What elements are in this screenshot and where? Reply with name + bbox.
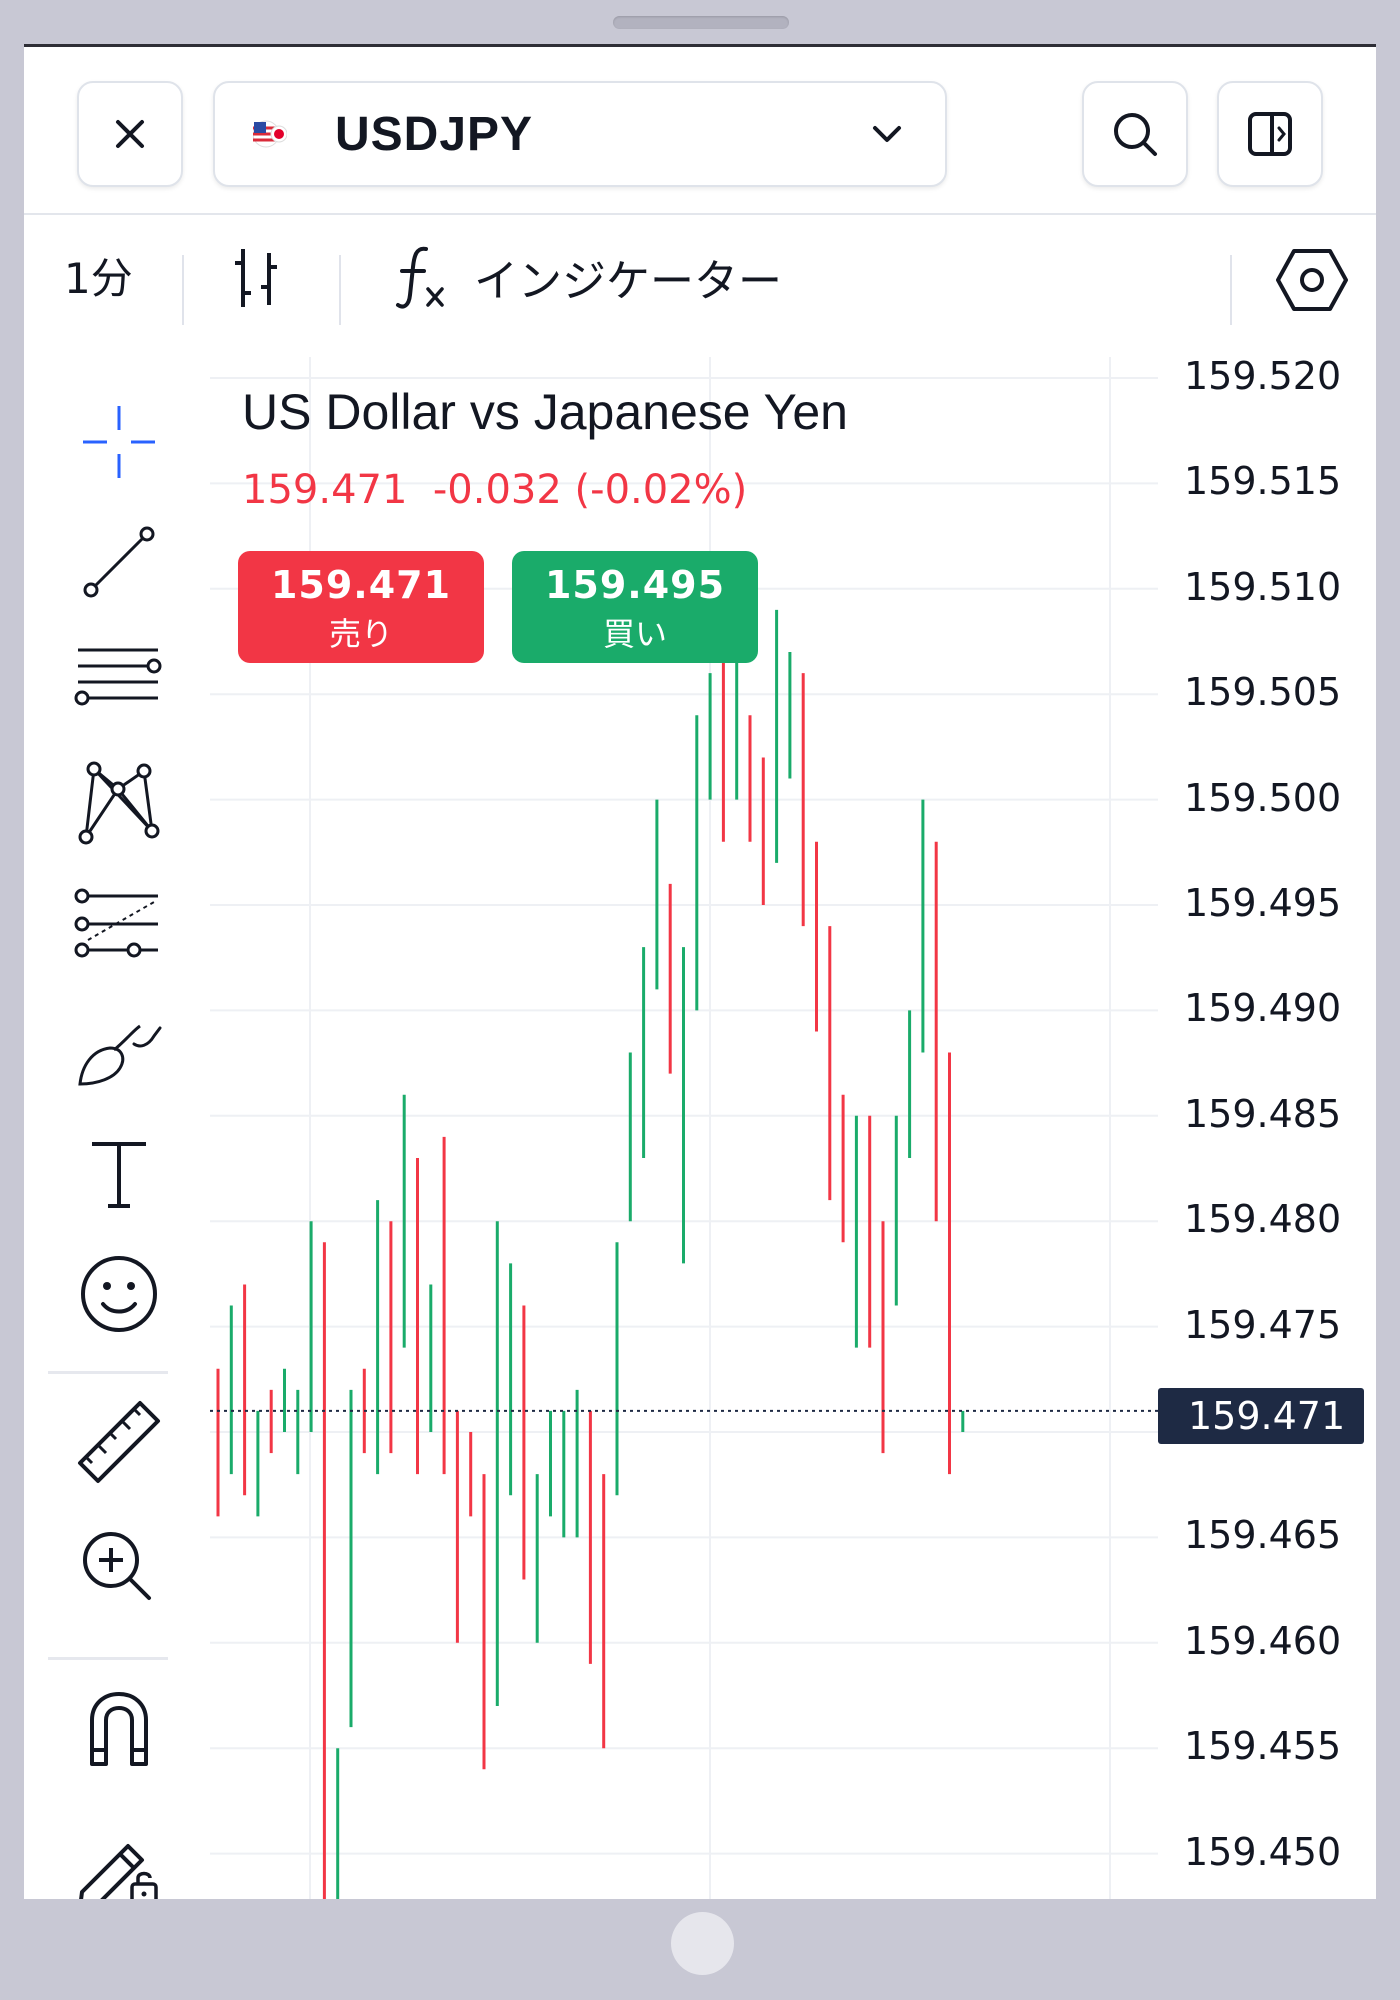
top-bar: USDJPY <box>24 47 1376 215</box>
toolbar-divider <box>182 255 184 325</box>
price-tick-label: 159.480 <box>1184 1197 1342 1242</box>
fib-retracement-icon <box>74 888 158 958</box>
lock-drawings-icon <box>79 1844 158 1899</box>
price-tick-label: 159.460 <box>1184 1618 1342 1663</box>
emoji-icon <box>81 1256 157 1332</box>
price-tick-label: 159.520 <box>1184 354 1342 398</box>
symbol-name: USDJPY <box>335 107 534 161</box>
tool-divider <box>48 1371 168 1374</box>
price-tick-label: 159.455 <box>1184 1724 1342 1769</box>
sell-price: 159.471 <box>270 563 452 607</box>
text-tool[interactable] <box>64 1129 174 1219</box>
price-change-line: 159.471 -0.032 (-0.02%) <box>242 467 747 513</box>
home-button[interactable] <box>671 1912 734 1975</box>
side-panel-icon <box>1248 112 1292 156</box>
indicators-fx-icon[interactable] <box>394 243 454 315</box>
device-frame: USDJPY 1分 インジケーター US Dollar vs Japanese … <box>0 0 1400 2000</box>
ruler-icon <box>78 1401 160 1483</box>
chart-toolbar: 1分 インジケーター <box>24 215 1376 345</box>
measure-tool[interactable] <box>64 1397 174 1487</box>
buy-button[interactable]: 159.495 買い <box>512 551 758 663</box>
price-tick-label: 159.515 <box>1184 459 1342 504</box>
brush-icon <box>78 1024 162 1086</box>
close-icon <box>116 120 144 148</box>
search-icon <box>1114 113 1157 156</box>
price-tick-label: 159.495 <box>1184 881 1342 925</box>
trend-line-icon <box>83 526 155 598</box>
symbol-selector[interactable]: USDJPY <box>213 81 947 187</box>
zoom-in-icon <box>83 1532 151 1600</box>
brush-tool[interactable] <box>64 1009 174 1099</box>
magnet-icon <box>90 1692 148 1766</box>
price-tick-label: 159.485 <box>1184 1091 1342 1136</box>
last-price: 159.471 <box>242 467 408 513</box>
bar-style-icon[interactable] <box>229 243 289 313</box>
buy-label: 買い <box>602 615 667 653</box>
price-tick-label: 159.500 <box>1184 775 1342 820</box>
price-change: -0.032 <box>432 467 562 513</box>
crosshair-icon <box>83 406 155 478</box>
search-button[interactable] <box>1082 81 1188 187</box>
trend-line-tool[interactable] <box>64 517 174 607</box>
sell-label: 売り <box>328 615 393 653</box>
chevron-down-icon <box>873 126 901 142</box>
last-price-badge: 159.471 <box>1158 1388 1364 1444</box>
timeframe-button[interactable]: 1分 <box>64 245 133 306</box>
pattern-icon <box>78 761 160 845</box>
app-screen: USDJPY 1分 インジケーター US Dollar vs Japanese … <box>24 44 1376 1899</box>
price-tick-label: 159.505 <box>1184 670 1342 715</box>
buy-price: 159.495 <box>544 563 726 607</box>
lock-drawings-tool[interactable] <box>64 1823 174 1899</box>
price-tick-label: 159.490 <box>1184 986 1342 1031</box>
usd-jpy-flag-icon <box>253 120 287 148</box>
side-panel-button[interactable] <box>1217 81 1323 187</box>
emoji-tool[interactable] <box>64 1249 174 1339</box>
crosshair-tool[interactable] <box>64 397 174 487</box>
tool-divider <box>48 1657 168 1660</box>
parallel-channel-tool[interactable] <box>64 637 174 727</box>
instrument-title: US Dollar vs Japanese Yen <box>242 384 848 440</box>
indicators-button[interactable]: インジケーター <box>474 245 782 309</box>
chart-settings-icon[interactable] <box>1274 247 1350 313</box>
price-tick-label: 159.510 <box>1184 564 1342 609</box>
price-tick-label: 159.450 <box>1184 1829 1342 1874</box>
price-tick-label: 159.465 <box>1184 1513 1342 1558</box>
toolbar-divider <box>1230 255 1232 325</box>
fib-retracement-tool[interactable] <box>64 883 174 973</box>
magnet-tool[interactable] <box>64 1683 174 1773</box>
zoom-in-tool[interactable] <box>64 1523 174 1613</box>
text-icon <box>92 1142 146 1208</box>
price-change-percent: (-0.02%) <box>574 467 748 513</box>
toolbar-divider <box>339 255 341 325</box>
sell-button[interactable]: 159.471 売り <box>238 551 484 663</box>
parallel-channel-icon <box>74 648 162 706</box>
close-button[interactable] <box>77 81 183 187</box>
pattern-tool[interactable] <box>64 757 174 847</box>
device-speaker <box>613 16 789 29</box>
price-tick-label: 159.475 <box>1184 1302 1342 1347</box>
